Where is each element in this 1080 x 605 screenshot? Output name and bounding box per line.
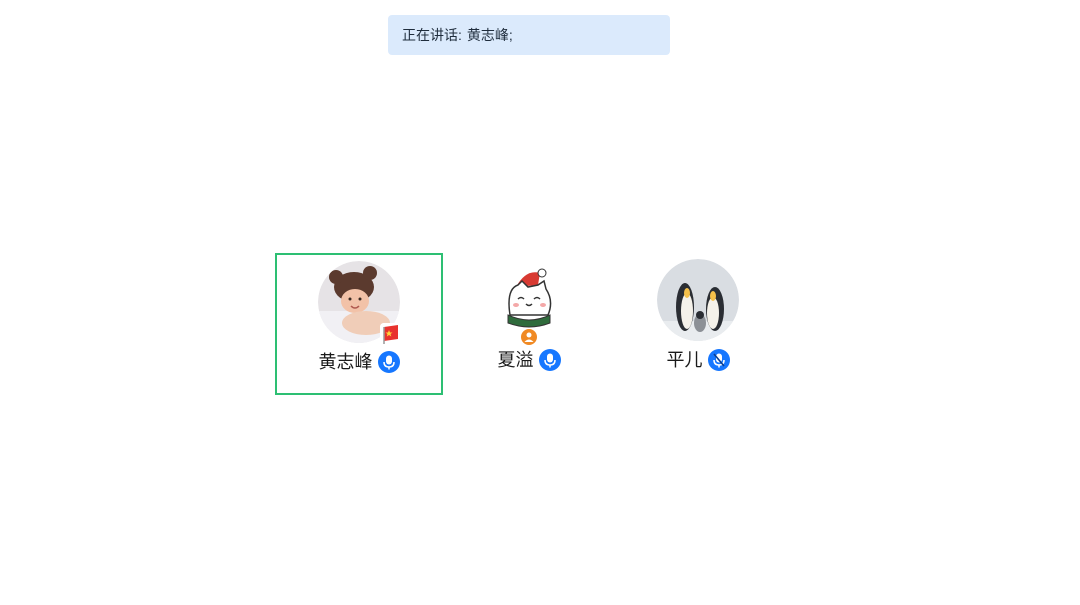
avatar[interactable] <box>657 259 739 341</box>
participant-name: 黄志峰 <box>318 352 373 372</box>
participant-name: 平儿 <box>666 350 703 370</box>
user-role-icon <box>521 329 537 345</box>
avatar-container <box>657 259 739 341</box>
name-row: 夏溢 <box>445 349 613 371</box>
avatar-container <box>318 261 402 345</box>
participant-tile-1[interactable]: 黄志峰 <box>275 253 443 395</box>
speaking-banner: 正在讲话: 黄志峰; <box>388 15 670 55</box>
mic-icon[interactable] <box>377 351 400 373</box>
participant-name: 夏溢 <box>497 350 534 370</box>
name-row: 黄志峰 <box>277 351 441 373</box>
flag-icon <box>380 323 402 345</box>
participant-tile-3[interactable]: 平儿 <box>614 253 782 395</box>
participant-tile-2[interactable]: 夏溢 <box>445 253 613 395</box>
speaking-label: 正在讲话: <box>402 27 462 43</box>
name-row: 平儿 <box>614 349 782 371</box>
mic-icon[interactable] <box>538 349 561 371</box>
avatar-container <box>488 259 570 345</box>
speaking-name: 黄志峰; <box>466 27 513 43</box>
mic-muted-icon[interactable] <box>707 349 730 371</box>
